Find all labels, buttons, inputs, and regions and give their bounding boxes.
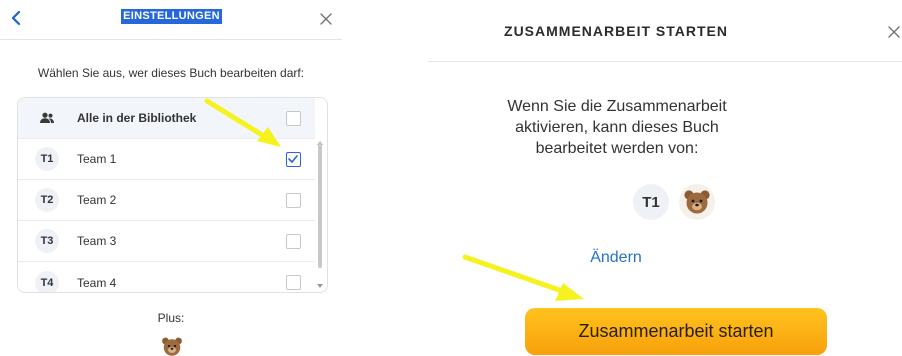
member-label: Team 4 bbox=[77, 275, 117, 290]
team-avatar: T1 bbox=[35, 147, 59, 171]
annotation-arrow bbox=[204, 98, 281, 147]
collaboration-title: ZUSAMMENARBEIT STARTEN bbox=[504, 23, 728, 39]
header-divider bbox=[428, 61, 902, 62]
member-checkbox[interactable] bbox=[286, 233, 301, 249]
member-checkbox-checked[interactable] bbox=[286, 151, 301, 167]
annotation-arrow bbox=[462, 254, 584, 301]
collaboration-description: Wenn Sie die Zusammenarbeit aktivieren, … bbox=[507, 98, 727, 157]
team-avatar: T2 bbox=[35, 188, 59, 212]
checkmark-icon bbox=[288, 154, 298, 163]
settings-title: EINSTELLUNGEN bbox=[121, 9, 222, 24]
member-row-team-3[interactable]: T3 Team 3 bbox=[18, 221, 315, 262]
member-row-team-4[interactable]: T4 Team 4 bbox=[18, 262, 315, 292]
header-divider bbox=[0, 39, 342, 40]
close-icon[interactable] bbox=[886, 24, 902, 40]
member-checkbox[interactable] bbox=[286, 110, 301, 126]
member-checkbox[interactable] bbox=[286, 192, 301, 208]
plus-label: Plus: bbox=[157, 311, 185, 325]
member-row-team-2[interactable]: T2 Team 2 bbox=[18, 180, 315, 221]
member-label: Team 1 bbox=[77, 152, 117, 166]
group-icon bbox=[35, 106, 59, 130]
bear-avatar-icon bbox=[162, 337, 182, 356]
member-label: Alle in der Bibliothek bbox=[77, 111, 197, 125]
member-label: Team 3 bbox=[77, 234, 117, 248]
scroll-down-arrow-icon[interactable] bbox=[317, 284, 323, 288]
list-scrollbar[interactable] bbox=[318, 142, 322, 268]
edit-permission-prompt: Wählen Sie aus, wer dieses Buch bearbeit… bbox=[37, 66, 305, 80]
settings-panel: EINSTELLUNGEN Wählen Sie aus, wer dieses… bbox=[0, 0, 342, 356]
team-avatar: T1 bbox=[633, 184, 669, 220]
chevron-left-icon[interactable] bbox=[8, 8, 24, 28]
team-avatar: T3 bbox=[35, 229, 59, 253]
member-checkbox[interactable] bbox=[286, 275, 301, 290]
close-icon[interactable] bbox=[318, 11, 334, 27]
start-collaboration-button[interactable]: Zusammenarbeit starten bbox=[525, 308, 827, 355]
team-avatar: T4 bbox=[35, 270, 59, 292]
member-label: Team 2 bbox=[77, 193, 117, 207]
bear-avatar-icon bbox=[679, 184, 715, 220]
